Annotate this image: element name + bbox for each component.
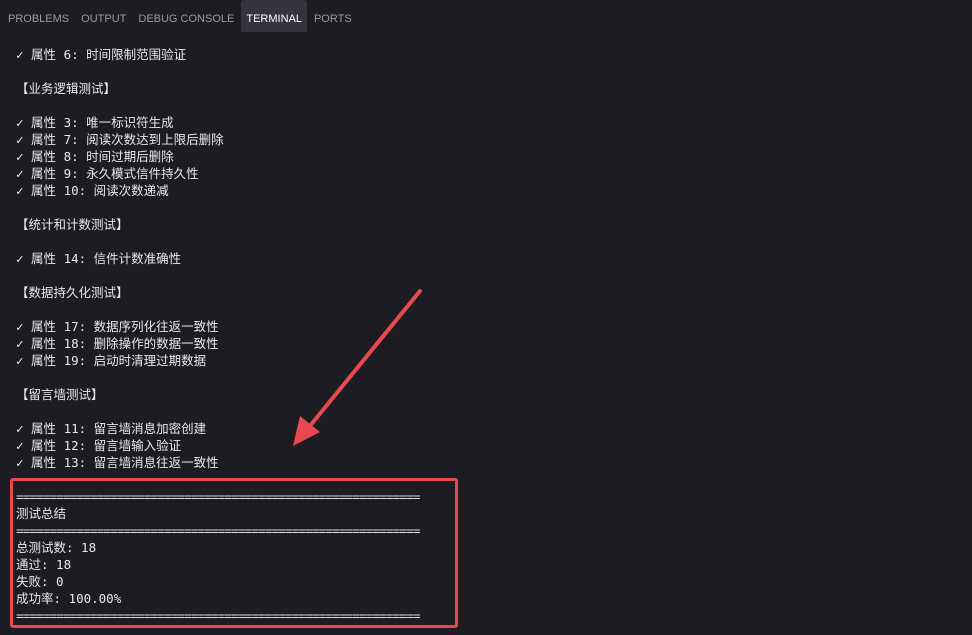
annotation-arrow-icon <box>293 289 422 446</box>
